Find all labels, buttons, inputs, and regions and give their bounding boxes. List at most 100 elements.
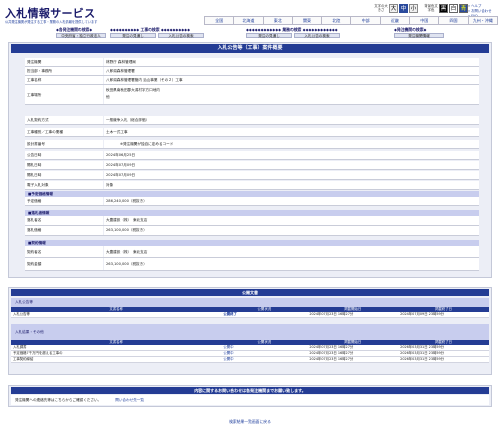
- document-start-date: 2024年07月23日 16時27分: [307, 312, 399, 318]
- document-start-date: 2024年07月23日 16時27分: [307, 356, 399, 363]
- field-value: 八郎潟森林管理署管内 治山事業（その２）工事: [104, 76, 479, 84]
- field-value: ※発注機関が独自に定めるコード: [104, 140, 479, 148]
- documents-title: 公開文書: [11, 289, 489, 296]
- font-size-label: 文字の大きさ: [374, 4, 388, 13]
- field-value: 2024年06月25日: [104, 151, 479, 159]
- region-tabs: 全国 北海道 東北 関東 北陸 中部 近畿 中国 四国 九州・沖縄: [204, 16, 498, 25]
- documents-section-results: 入札結果・その他: [11, 324, 489, 340]
- document-end-date: 2024年07月09日 23時59分: [398, 312, 489, 318]
- category-nav: ◆各発注機関の検索◆ 中央府省・独立行政法人 ◆◆◆◆◆◆◆◆◆◆ 工事の検索 …: [0, 27, 500, 39]
- font-size-small-button[interactable]: 小: [409, 4, 418, 13]
- field-row: 公告日時 2024年06月25日: [25, 151, 479, 160]
- field-label: 電子入札対象: [25, 181, 103, 189]
- field-row: 契約金額 263,100,000（税抜き）: [25, 258, 479, 271]
- contact-text: 発注機関への連絡先等はこちらからご確認ください。: [15, 398, 102, 402]
- region-tab-kinki[interactable]: 近畿: [380, 17, 411, 25]
- nav-services-outlook[interactable]: 発注の見通し: [246, 33, 292, 38]
- field-label: 設計書番号: [25, 140, 103, 148]
- back-to-results-link[interactable]: 検索結果一覧画面に戻る: [0, 419, 500, 425]
- region-tab-hokuriku[interactable]: 北陸: [322, 17, 352, 25]
- region-tab-zenkoku[interactable]: 全国: [205, 17, 235, 25]
- color-blue-button[interactable]: 青: [459, 4, 468, 13]
- field-label: 開札日時: [25, 171, 103, 179]
- field-row: 入札契約方式 一般競争入札（総合評価）: [25, 116, 479, 125]
- contact-panel: 内容に関するお問い合わせは各発注機関までお願い致します。 発注機関への連絡先等は…: [8, 385, 492, 407]
- font-size-large-button[interactable]: 大: [389, 4, 398, 13]
- field-label: 工事場所: [25, 85, 103, 104]
- case-summary-panel: 入札公告等（工事）案件概要 発注機関 林野庁 森林管理局 担当部・事務所 八郎潟…: [8, 42, 492, 278]
- field-value: 大豊建設（株） 東北支店: [104, 246, 479, 257]
- field-label: 予定価格: [25, 197, 103, 205]
- field-value: 林野庁 森林管理局: [104, 58, 479, 66]
- nav-construction-notices[interactable]: 入札公告の検索: [158, 33, 204, 38]
- field-value: 263,100,000（税抜き）: [104, 258, 479, 270]
- field-value: 八郎潟森林管理署: [104, 67, 479, 75]
- document-status: 公開終了: [221, 312, 308, 318]
- region-tab-hokkaido[interactable]: 北海道: [234, 17, 264, 25]
- field-value: 対象: [104, 181, 479, 189]
- color-black-button[interactable]: 黒: [439, 4, 448, 13]
- field-value: 土木一式工事: [104, 128, 479, 136]
- site-subtitle: 公共発注機関が発注する工事・業務の入札情報を提供しています: [5, 20, 98, 24]
- contact-body: 発注機関への連絡先等はこちらからご確認ください。 問い合わせ先一覧: [11, 395, 489, 405]
- results-table: 文書名称 公開状況 掲載開始日 掲載終了日 入札調書 公開中 2024年07月2…: [11, 340, 489, 363]
- field-row: 落札価格 263,100,000（税抜き）: [25, 226, 479, 236]
- nav-services-notices[interactable]: 入札公告の検索: [294, 33, 340, 38]
- field-row: 電子入札対象 対象: [25, 181, 479, 190]
- field-value-line: 秋田県南秋田郡大潟村字方口地内: [106, 88, 160, 92]
- nav-construction-outlook[interactable]: 発注の見通し: [110, 33, 156, 38]
- field-row: 工事種別／工事の業種 土木一式工事: [25, 128, 479, 137]
- field-row: 開札日時 2024年07月09日: [25, 161, 479, 170]
- notices-table: 文書名称 公開状況 掲載開始日 掲載終了日 入札公告等 公開終了 2024年07…: [11, 307, 489, 318]
- region-tab-chugoku[interactable]: 中国: [410, 17, 440, 25]
- nav-central-agencies[interactable]: 中央府省・独立行政法人: [56, 33, 106, 38]
- field-value: 2024年07月09日: [104, 161, 479, 169]
- field-label: 落札者名: [25, 216, 103, 225]
- field-label: 担当部・事務所: [25, 67, 103, 75]
- region-tab-shikoku[interactable]: 四国: [439, 17, 469, 25]
- documents-section-notices: 入札公告等: [11, 298, 489, 307]
- field-label: 工事種別／工事の業種: [25, 128, 103, 136]
- site-header: 入札情報サービス 公共発注機関が発注する工事・業務の入札情報を提供しています 文…: [0, 0, 500, 40]
- field-label: 工事名称: [25, 76, 103, 84]
- field-value: 一般競争入札（総合評価）: [104, 116, 479, 124]
- region-tab-kanto[interactable]: 関東: [292, 17, 323, 25]
- field-row: 開札日時 2024年07月09日: [25, 171, 479, 180]
- field-label: 落札価格: [25, 226, 103, 235]
- field-label: 公告日時: [25, 151, 103, 159]
- region-tab-kyushu[interactable]: 九州・沖縄: [468, 17, 498, 25]
- field-value: 大豊建設（株） 東北支店: [104, 216, 479, 225]
- field-row: 予定価格 286,240,000（税抜き）: [25, 197, 479, 206]
- contact-list-link[interactable]: 問い合わせ先一覧: [115, 398, 144, 402]
- contact-title: 内容に関するお問い合わせは各発注機関までお願い致します。: [11, 387, 489, 394]
- panel-title: 入札公告等（工事）案件概要: [11, 44, 489, 53]
- nav-orderer-info[interactable]: 発注機関情報: [394, 33, 444, 38]
- field-row: 契約者名 大豊建設（株） 東北支店: [25, 246, 479, 258]
- field-value: 秋田県南秋田郡大潟村字方口地内 他: [104, 85, 479, 104]
- field-row: 落札者名 大豊建設（株） 東北支店: [25, 216, 479, 226]
- field-value-line: 他: [106, 95, 110, 99]
- field-label: 発注機関: [25, 58, 103, 66]
- document-status: 公開中: [221, 356, 308, 363]
- public-documents-panel: 公開文書 入札公告等 文書名称 公開状況 掲載開始日 掲載終了日 入札公告等 公…: [8, 287, 492, 375]
- color-white-button[interactable]: 白: [449, 4, 458, 13]
- field-label: 開札日時: [25, 161, 103, 169]
- field-label: 契約者名: [25, 246, 103, 257]
- field-value: 286,240,000（税抜き）: [104, 197, 479, 205]
- field-row: 工事場所 秋田県南秋田郡大潟村字方口地内 他: [25, 85, 479, 105]
- font-size-medium-button[interactable]: 中: [399, 4, 408, 13]
- document-name-link[interactable]: 工事契約締結: [11, 356, 222, 363]
- region-tab-chubu[interactable]: 中部: [351, 17, 381, 25]
- color-scheme-label: 背景色文字色: [424, 4, 438, 13]
- field-label: 入札契約方式: [25, 116, 103, 124]
- field-row: 設計書番号 ※発注機関が独自に定めるコード: [25, 140, 479, 149]
- field-value: 263,100,000（税抜き）: [104, 226, 479, 235]
- document-name-link[interactable]: 入札公告等: [11, 312, 222, 318]
- field-label: 契約金額: [25, 258, 103, 270]
- field-row: 担当部・事務所 八郎潟森林管理署: [25, 67, 479, 76]
- table-row: 工事契約締結 公開中 2024年07月23日 16時27分 2026年03月31…: [11, 356, 489, 363]
- table-row: 入札公告等 公開終了 2024年07月23日 16時27分 2024年07月09…: [11, 312, 489, 318]
- document-end-date: 2026年03月31日 23時59分: [398, 356, 489, 363]
- region-tab-tohoku[interactable]: 東北: [263, 17, 293, 25]
- field-value: 2024年07月09日: [104, 171, 479, 179]
